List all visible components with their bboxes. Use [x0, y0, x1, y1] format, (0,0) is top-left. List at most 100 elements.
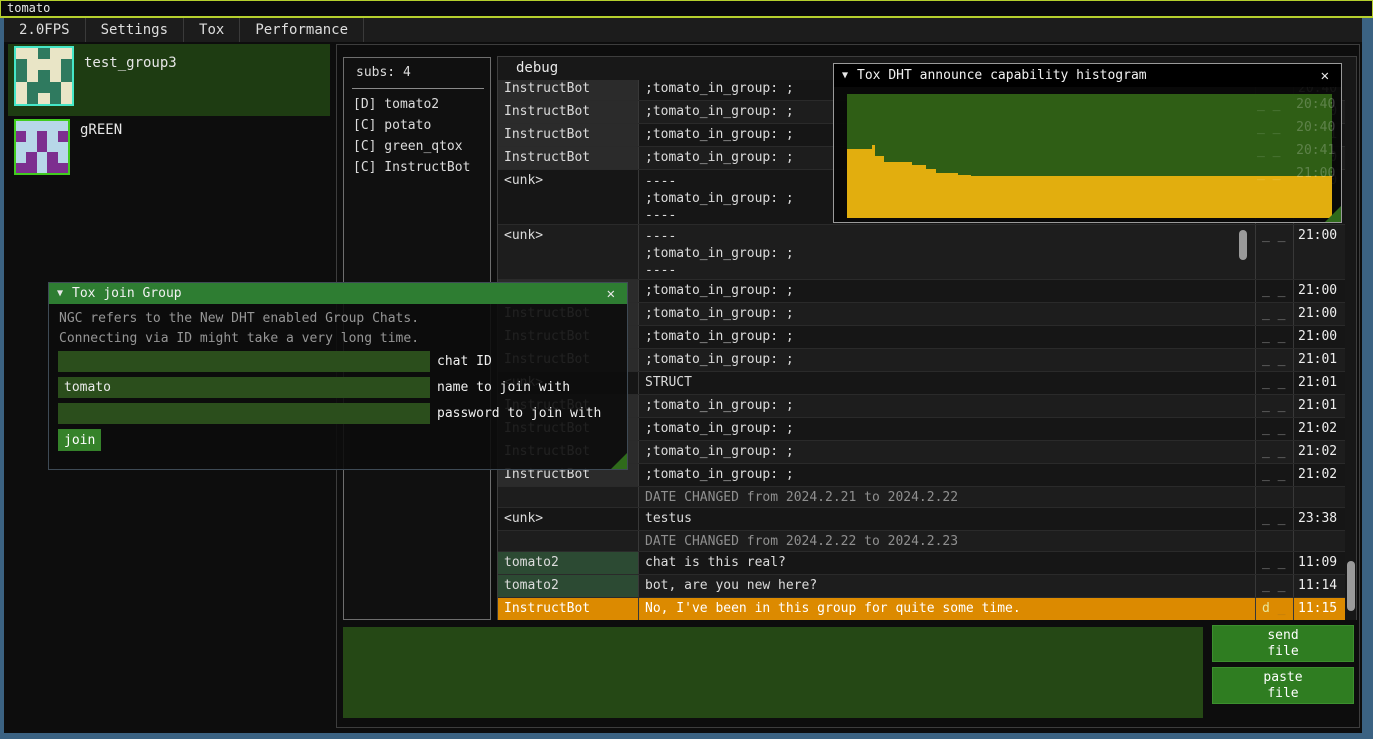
avatar-pixel	[37, 142, 47, 152]
avatar-pixel	[16, 142, 26, 152]
chat-tab-label: debug	[516, 60, 558, 76]
histogram-bar	[875, 156, 884, 218]
sender-name: InstructBot	[498, 147, 638, 169]
message-timestamp: 21:00	[1293, 280, 1345, 302]
avatar-pixel	[50, 59, 61, 70]
menu-item-performance[interactable]: Performance	[240, 18, 364, 42]
avatar-pixel	[27, 82, 38, 93]
join-group-dialog: ▼ Tox join Group ✕ NGC refers to the New…	[48, 282, 628, 470]
sender-name: <unk>	[498, 225, 638, 279]
collapse-arrow-icon[interactable]: ▼	[57, 288, 63, 299]
chat-row[interactable]: tomato2bot, are you new here?_ _11:14	[498, 574, 1345, 597]
collapse-arrow-icon[interactable]: ▼	[842, 70, 848, 81]
histogram-bar	[971, 176, 1332, 218]
resize-grip-icon[interactable]	[1325, 206, 1341, 222]
chat-row[interactable]: <unk>----;tomato_in_group: ;----_ _21:00	[498, 224, 1345, 279]
send-file-button[interactable]: send file	[1212, 625, 1354, 662]
sender-name: <unk>	[498, 170, 638, 224]
join-password-field[interactable]	[58, 403, 430, 424]
chat-scrollbar-thumb[interactable]	[1347, 561, 1355, 611]
histogram-title: Tox DHT announce capability histogram	[857, 68, 1147, 83]
histogram-bar	[884, 162, 912, 218]
resize-grip-icon[interactable]	[611, 453, 627, 469]
message-timestamp: 11:14	[1293, 575, 1345, 597]
avatar-pixel	[61, 59, 72, 70]
date-changed-row[interactable]: DATE CHANGED from 2024.2.21 to 2024.2.22	[498, 486, 1345, 507]
sender-name: <unk>	[498, 508, 638, 530]
avatar-pixel	[50, 82, 61, 93]
window-edge-left	[0, 18, 4, 733]
message-flags: _ _	[1255, 349, 1293, 371]
member-list-item[interactable]: [C] potato	[344, 115, 490, 136]
message-flags: _ _	[1255, 326, 1293, 348]
chat-row[interactable]: tomato2chat is this real?_ _11:09	[498, 551, 1345, 574]
close-icon[interactable]: ✕	[603, 286, 619, 302]
message-timestamp	[1293, 487, 1345, 507]
avatar-pixel	[38, 82, 49, 93]
sender-name	[498, 487, 638, 507]
avatar-pixel	[16, 93, 27, 104]
histogram-bar	[926, 169, 937, 218]
avatar-pixel	[26, 142, 36, 152]
avatar-pixel	[38, 70, 49, 81]
histogram-bar	[936, 173, 958, 218]
avatar-pixel	[27, 70, 38, 81]
histogram-bar	[847, 149, 872, 218]
member-list-item[interactable]: [D] tomato2	[344, 94, 490, 115]
message-timestamp: 21:02	[1293, 418, 1345, 440]
chat-scrollbar-track[interactable]	[1345, 80, 1356, 620]
message-flags: d _	[1255, 598, 1293, 620]
message-text: ;tomato_in_group: ;	[638, 395, 1255, 417]
message-flags	[1255, 487, 1293, 507]
avatar-pixel	[38, 59, 49, 70]
message-timestamp: 21:01	[1293, 349, 1345, 371]
faded-timestamp-row: _ _ 20:41	[1257, 143, 1335, 158]
join-button[interactable]: join	[58, 429, 101, 451]
avatar-pixel	[27, 59, 38, 70]
avatar-pixel	[58, 152, 68, 162]
join-dialog-titlebar[interactable]: ▼ Tox join Group ✕	[49, 283, 627, 304]
members-separator	[352, 88, 484, 89]
faded-timestamp-row: _ _ 20:40	[1257, 120, 1335, 135]
member-list-item[interactable]: [C] InstructBot	[344, 157, 490, 178]
avatar-pixel	[61, 48, 72, 59]
close-icon[interactable]: ✕	[1317, 68, 1333, 84]
message-text: ;tomato_in_group: ;	[638, 464, 1255, 486]
group-row-test_group3[interactable]: test_group3	[8, 44, 330, 116]
message-timestamp: 21:02	[1293, 464, 1345, 486]
message-input[interactable]	[343, 627, 1203, 718]
faded-timestamp-row: _ _ 21:00	[1257, 166, 1335, 181]
group-avatar	[14, 46, 74, 106]
join-name-label: name to join with	[437, 380, 570, 395]
faded-timestamp-row: _ _ 20:40	[1257, 97, 1335, 112]
avatar-pixel	[37, 152, 47, 162]
sender-name: InstructBot	[498, 598, 638, 620]
window-edge-bottom	[0, 733, 1373, 739]
message-flags: _ _	[1255, 508, 1293, 530]
message-text: STRUCT	[638, 372, 1255, 394]
message-text: testus	[638, 508, 1255, 530]
dht-histogram-window: ▼ Tox DHT announce capability histogram …	[833, 63, 1342, 223]
member-list-item[interactable]: [C] green_qtox	[344, 136, 490, 157]
group-row-gREEN[interactable]: gREEN	[8, 116, 330, 188]
chat-row[interactable]: InstructBotNo, I've been in this group f…	[498, 597, 1345, 620]
message-timestamp: 23:38	[1293, 508, 1345, 530]
window-titlebar[interactable]: tomato	[0, 0, 1373, 18]
message-flags: _ _	[1255, 464, 1293, 486]
menu-item-tox[interactable]: Tox	[184, 18, 240, 42]
message-timestamp: 21:02	[1293, 441, 1345, 463]
histogram-titlebar[interactable]: ▼ Tox DHT announce capability histogram …	[834, 64, 1341, 87]
avatar-pixel	[38, 93, 49, 104]
message-flags: _ _	[1255, 575, 1293, 597]
menu-item-settings[interactable]: Settings	[86, 18, 184, 42]
paste-file-button[interactable]: paste file	[1212, 667, 1354, 704]
message-scrollbar-thumb[interactable]	[1239, 230, 1247, 260]
avatar-pixel	[16, 152, 26, 162]
sender-name: InstructBot	[498, 78, 638, 100]
group-avatar	[14, 119, 70, 175]
chat-row[interactable]: <unk>testus_ _23:38	[498, 507, 1345, 530]
message-timestamp: 11:15	[1293, 598, 1345, 620]
date-changed-row[interactable]: DATE CHANGED from 2024.2.22 to 2024.2.23	[498, 530, 1345, 551]
join-name-field[interactable]	[58, 377, 430, 398]
chat-id-field[interactable]	[58, 351, 430, 372]
